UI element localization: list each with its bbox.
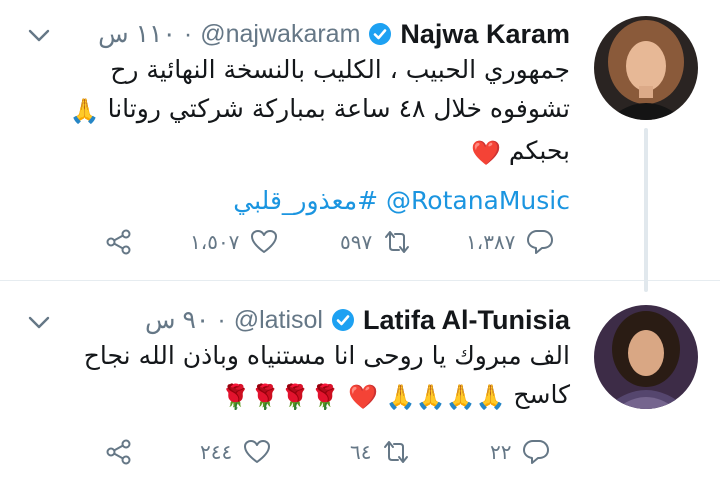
tweet-text-segment: كاسح xyxy=(513,380,570,409)
retweet-count: ٦٤ xyxy=(350,440,372,464)
tweet[interactable]: Najwa Karam @najwakaram · ١١٠ س جمهوري ا… xyxy=(0,0,720,281)
pray-emoji: 🙏 xyxy=(415,383,446,411)
like-icon xyxy=(244,440,271,463)
tweet-header: Najwa Karam @najwakaram · ١١٠ س xyxy=(98,14,570,54)
pray-emoji: 🙏 xyxy=(385,383,416,411)
tweet-text-line: كاسح 🙏🙏🙏🙏 ❤️ 🌹🌹🌹🌹 xyxy=(30,375,570,417)
verified-badge-icon xyxy=(331,309,354,331)
share-icon xyxy=(106,439,131,465)
verified-badge-icon xyxy=(369,23,392,45)
tweet-actions: ٢٤٤ ٦٤ ٢٢ xyxy=(0,432,720,472)
retweet-button[interactable]: ٦٤ xyxy=(350,432,411,472)
tweet-text-line: الف مبروك يا روحى انا مستنياه وباذن الله… xyxy=(83,341,570,370)
pray-emoji: 🙏 xyxy=(69,97,100,125)
separator-dot: · xyxy=(217,305,226,334)
reply-icon xyxy=(527,230,554,254)
tweet[interactable]: Latifa Al-Tunisia @latisol · ٩٠ س الف مب… xyxy=(0,281,720,490)
rose-emoji: 🌹 xyxy=(280,383,311,411)
user-handle[interactable]: @najwakaram xyxy=(200,20,360,49)
retweet-button[interactable]: ٥٩٧ xyxy=(340,222,412,262)
tweet-text: جمهوري الحبيب ، الكليب بالنسخة النهائية … xyxy=(30,50,570,220)
mention-link[interactable]: @RotanaMusic xyxy=(386,186,570,215)
timestamp[interactable]: ٩٠ س xyxy=(145,305,209,335)
display-name[interactable]: Najwa Karam xyxy=(400,19,570,50)
rose-emoji: 🌹 xyxy=(250,383,281,411)
retweet-count: ٥٩٧ xyxy=(340,230,373,254)
pray-emoji: 🙏 xyxy=(445,383,476,411)
chevron-down-icon[interactable] xyxy=(26,22,52,48)
user-handle[interactable]: @latisol xyxy=(234,306,323,335)
like-icon xyxy=(251,230,278,253)
avatar[interactable] xyxy=(594,305,698,409)
timestamp[interactable]: ١١٠ س xyxy=(98,19,176,49)
reply-button[interactable]: ٢٢ xyxy=(490,432,551,472)
tweet-text: الف مبروك يا روحى انا مستنياه وباذن الله… xyxy=(30,336,570,417)
tweet-text-segment: بحبكم xyxy=(508,136,570,165)
like-button[interactable]: ١،٥٠٧ xyxy=(190,222,279,262)
heart-emoji: ❤️ xyxy=(471,139,501,167)
rose-emoji: 🌹 xyxy=(220,383,251,411)
reply-count: ٢٢ xyxy=(490,440,512,464)
share-button[interactable] xyxy=(104,222,134,262)
pray-emoji: 🙏 xyxy=(475,383,506,411)
tweet-actions: ١،٥٠٧ ٥٩٧ ١،٣٨٧ xyxy=(0,222,720,262)
tweet-text-line: تشوفوه خلال ٤٨ ساعة بمباركة شركتي روتانا… xyxy=(30,89,570,131)
reply-icon xyxy=(523,440,550,464)
like-button[interactable]: ٢٤٤ xyxy=(200,432,272,472)
heart-emoji: ❤️ xyxy=(348,383,378,411)
like-count: ١،٥٠٧ xyxy=(190,230,240,254)
reply-count: ١،٣٨٧ xyxy=(466,230,516,254)
share-icon xyxy=(106,229,131,255)
tweet-text-line: جمهوري الحبيب ، الكليب بالنسخة النهائية … xyxy=(110,55,570,84)
reply-button[interactable]: ١،٣٨٧ xyxy=(466,222,555,262)
tweet-text-line: بحبكم ❤️ xyxy=(30,131,570,173)
share-button[interactable] xyxy=(104,432,134,472)
rose-emoji: 🌹 xyxy=(310,383,341,411)
avatar[interactable] xyxy=(594,16,698,120)
retweet-icon xyxy=(384,441,409,463)
hashtag-link[interactable]: #معذور_قلبي xyxy=(233,186,378,215)
tweet-text-segment: تشوفوه خلال ٤٨ ساعة بمباركة شركتي روتانا xyxy=(107,94,570,123)
like-count: ٢٤٤ xyxy=(200,440,233,464)
display-name[interactable]: Latifa Al-Tunisia xyxy=(363,305,570,336)
tweet-text-line: @RotanaMusic #معذور_قلبي xyxy=(30,181,570,220)
tweet-header: Latifa Al-Tunisia @latisol · ٩٠ س xyxy=(145,300,570,340)
retweet-icon xyxy=(385,231,410,253)
separator-dot: · xyxy=(183,19,193,48)
chevron-down-icon[interactable] xyxy=(26,309,52,335)
